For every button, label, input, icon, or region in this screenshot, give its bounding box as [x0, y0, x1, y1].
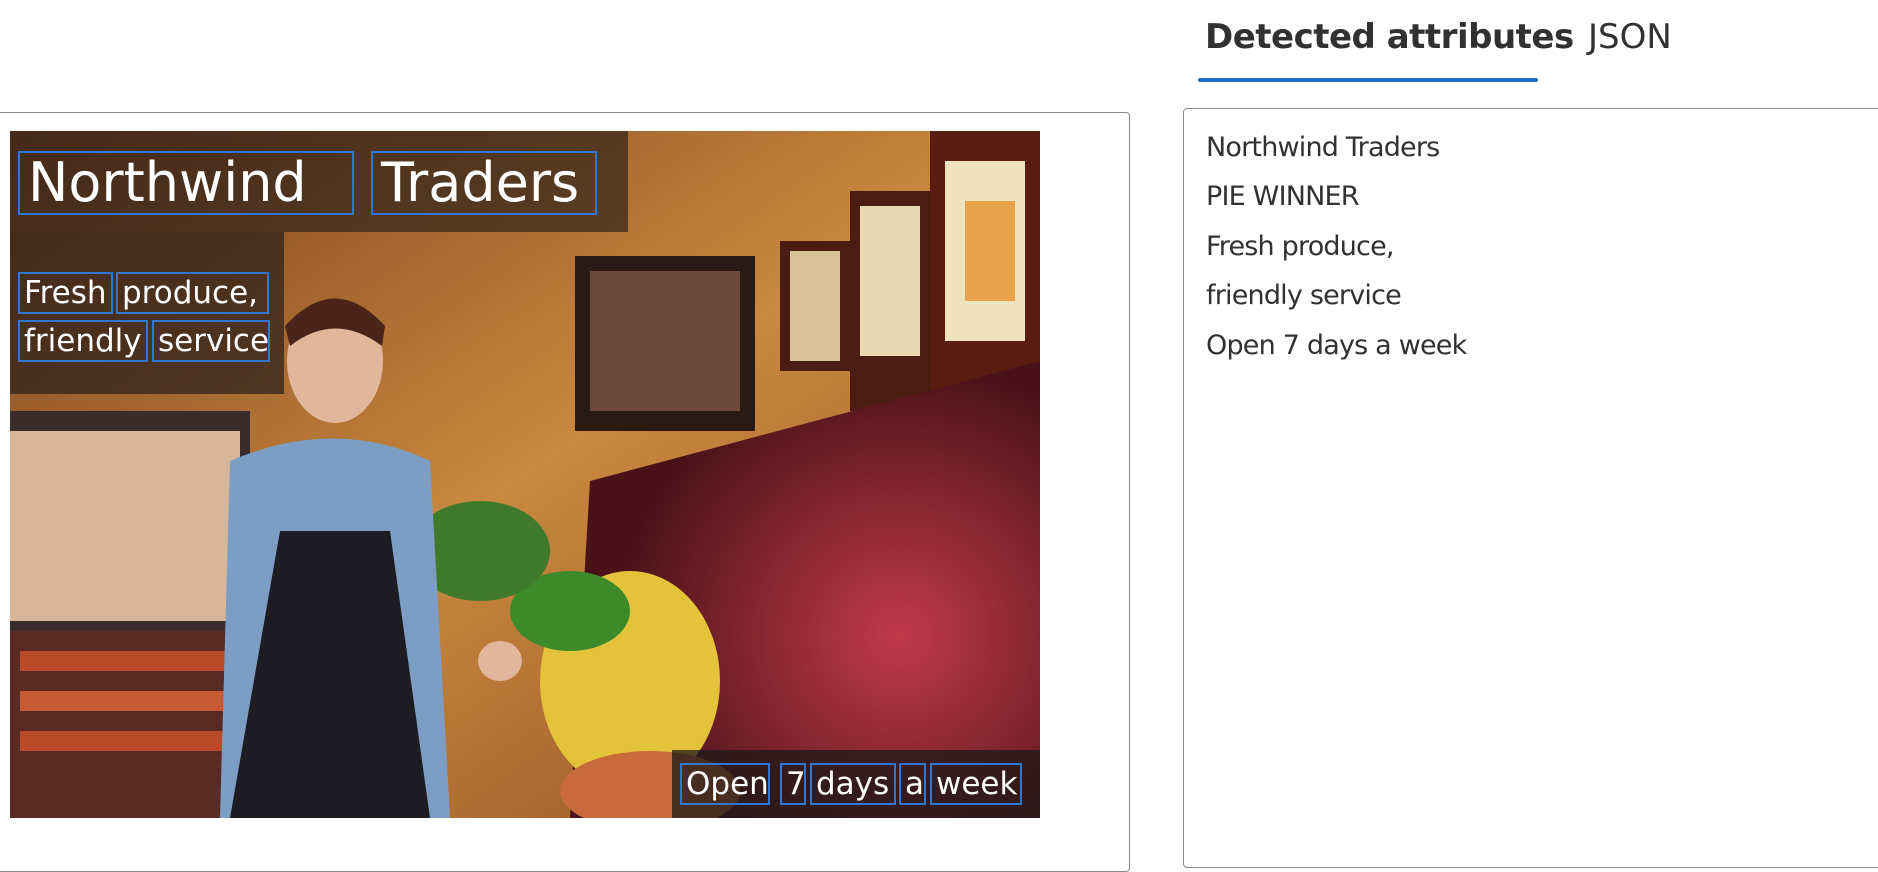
result-line: Fresh produce, — [1206, 231, 1395, 262]
ocr-word-box: Fresh — [18, 272, 113, 314]
ocr-word-box: service — [152, 320, 270, 362]
active-tab-indicator — [1198, 78, 1538, 82]
ocr-word-box: week — [930, 763, 1022, 805]
result-line: friendly service — [1206, 280, 1402, 311]
detected-attributes-panel[interactable]: Northwind Traders PIE WINNER Fresh produ… — [1183, 108, 1878, 868]
ocr-word-box: friendly — [18, 320, 148, 362]
result-line: PIE WINNER — [1206, 181, 1360, 212]
ocr-word-box: 7 — [780, 763, 806, 805]
result-line: Northwind Traders — [1206, 132, 1440, 163]
ocr-word-box: produce, — [116, 272, 269, 314]
ocr-word-box: Open — [680, 763, 770, 805]
tab-detected-attributes[interactable]: Detected attributes — [1205, 17, 1574, 57]
result-tabs: Detected attributes JSON — [1183, 0, 1878, 84]
ocr-word-box: a — [899, 763, 926, 805]
ocr-word-box: Northwind — [18, 151, 354, 215]
result-line: Open 7 days a week — [1206, 330, 1467, 361]
analyzed-photo: Northwind Traders Fresh produce, friendl… — [10, 131, 1040, 818]
tab-json[interactable]: JSON — [1588, 17, 1672, 57]
ocr-word-box: Traders — [371, 151, 597, 215]
ocr-word-box: days — [810, 763, 896, 805]
